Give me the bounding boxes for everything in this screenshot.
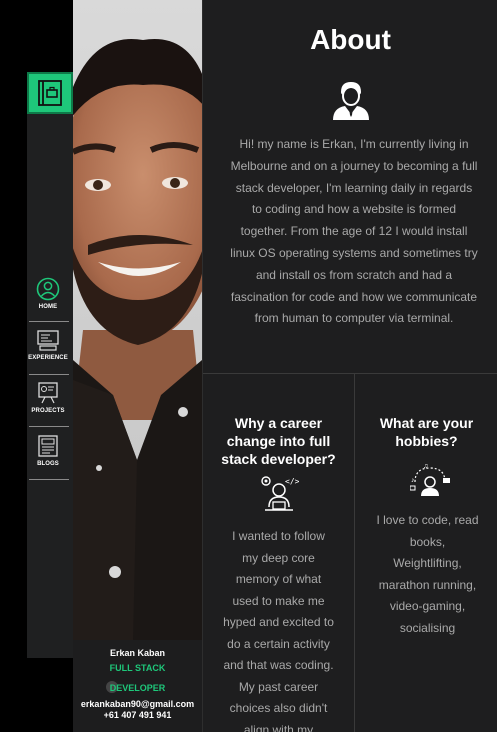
hobbies-section: What are your hobbies? ♪ ♫ I love to cod…	[355, 374, 497, 732]
hobbies-heading: What are your hobbies?	[379, 415, 474, 449]
main-content: About Hi! my name is Erkan, I'm currentl…	[202, 0, 497, 732]
developer-gears-icon: </>	[261, 476, 299, 511]
sidebar-item-projects[interactable]: PROJECTS	[27, 381, 69, 414]
user-circle-icon	[36, 277, 60, 301]
profile-email[interactable]: erkankaban90@gmail.com	[73, 699, 202, 709]
logo-button[interactable]	[27, 72, 73, 114]
hobbies-description: I love to code, read books, Weightliftin…	[376, 513, 479, 635]
businessman-icon	[333, 82, 369, 120]
career-description: I wanted to follow my deep core memory o…	[223, 529, 334, 732]
about-description: Hi! my name is Erkan, I'm currently livi…	[230, 137, 478, 326]
svg-text:♪: ♪	[411, 477, 415, 484]
sidebar-item-label: BLOGS	[37, 461, 59, 467]
monitor-icon	[37, 330, 59, 351]
career-section: Why a career change into full stack deve…	[203, 374, 354, 732]
sidebar-item-home[interactable]: HOME	[27, 277, 69, 310]
whiteboard-icon	[38, 382, 58, 404]
svg-text:</>: </>	[285, 477, 299, 486]
profile-card: Erkan Kaban FULL STACK DEVELOPER erkanka…	[73, 640, 202, 732]
page-title: About	[310, 24, 391, 55]
sidebar-item-blogs[interactable]: BLOGS	[27, 434, 69, 467]
profile-role: FULL STACK	[109, 663, 166, 673]
sidebar-nav: HOME EXPERIENCE PROJECTS BLOGS	[27, 72, 73, 658]
nav-divider	[29, 321, 69, 322]
sidebar-item-label: EXPERIENCE	[28, 355, 68, 361]
sidebar-item-label: HOME	[38, 304, 58, 310]
profile-phone[interactable]: +61 407 491 941	[73, 710, 202, 720]
portfolio-book-icon	[38, 80, 62, 106]
profile-role: DEVELOPER	[109, 683, 166, 693]
svg-text:♫: ♫	[423, 463, 428, 470]
sidebar-item-label: PROJECTS	[31, 408, 65, 414]
nav-divider	[29, 426, 69, 427]
profile-photo	[73, 0, 202, 640]
document-icon	[38, 435, 58, 457]
profile-name: Erkan Kaban	[109, 648, 166, 658]
gamer-music-icon: ♪ ♫	[410, 463, 450, 496]
sidebar-item-experience[interactable]: EXPERIENCE	[27, 328, 69, 361]
nav-divider	[29, 479, 69, 480]
nav-divider	[29, 374, 69, 375]
career-heading: Why a career change into full stack deve…	[221, 415, 336, 467]
